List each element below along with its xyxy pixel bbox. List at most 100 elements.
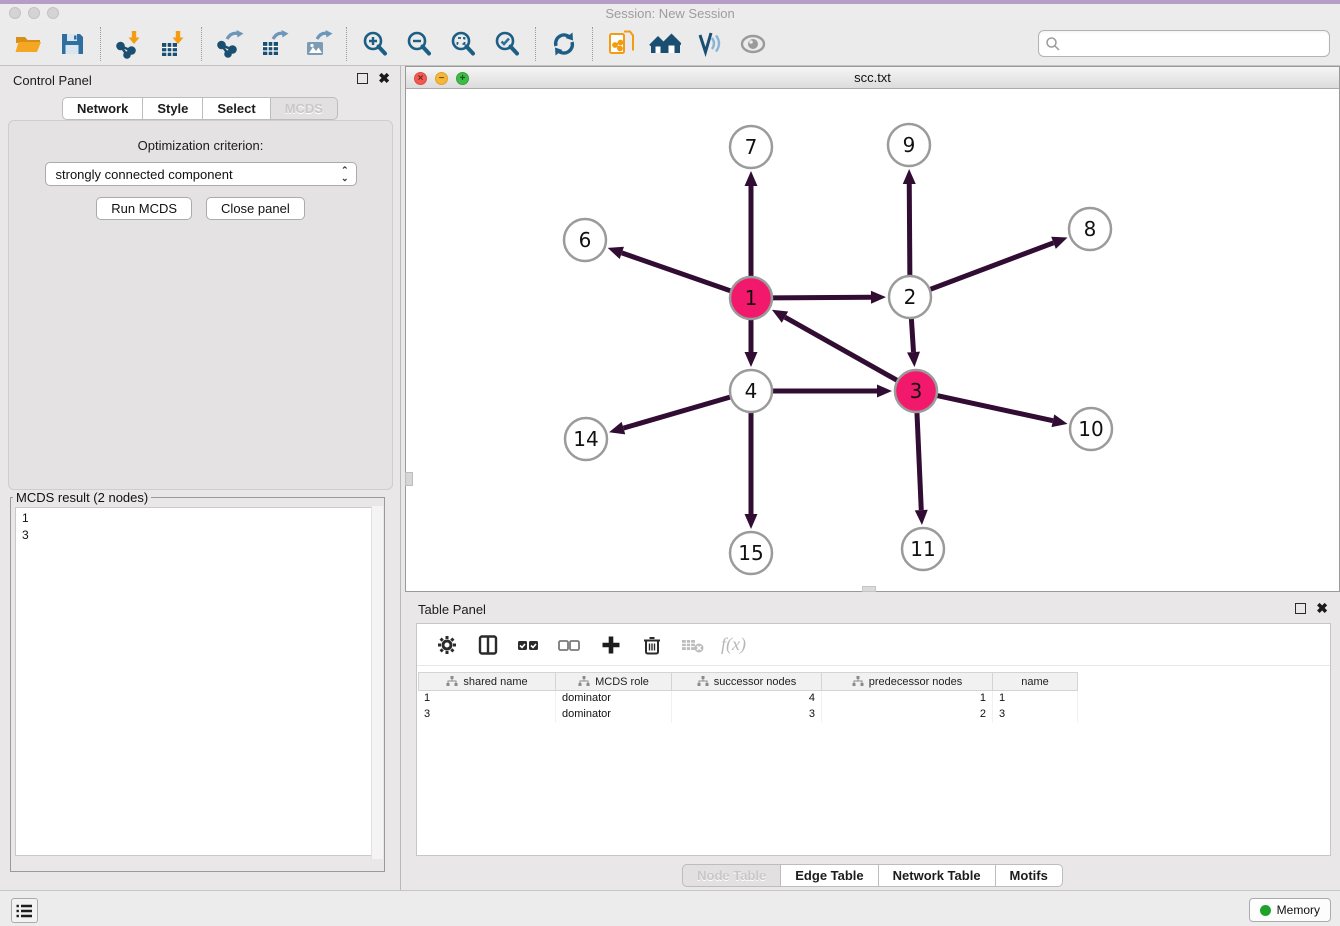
table-panel-title: Table Panel xyxy=(418,602,486,617)
zoom-selected-icon xyxy=(492,29,522,59)
table-cell[interactable]: 3 xyxy=(993,707,1078,723)
table-cell[interactable]: 1 xyxy=(993,691,1078,707)
memory-button[interactable]: Memory xyxy=(1249,898,1331,922)
arrowhead-icon xyxy=(745,171,758,186)
node-table-card: f(x) shared nameMCDS rolesuccessor nodes… xyxy=(416,623,1331,856)
tab-node-table[interactable]: Node Table xyxy=(682,864,781,887)
deselect-all-icon xyxy=(558,634,582,656)
graph-edge-3-10[interactable] xyxy=(937,395,1053,420)
export-table-button[interactable] xyxy=(256,26,292,62)
zoom-out-button[interactable] xyxy=(401,26,437,62)
search-field[interactable] xyxy=(1038,30,1330,57)
mcds-result-title: MCDS result (2 nodes) xyxy=(13,490,151,505)
graph-node-label: 9 xyxy=(903,133,916,157)
table-cell[interactable]: dominator xyxy=(556,707,672,723)
close-table-panel-icon[interactable]: ✖ xyxy=(1316,603,1328,614)
arrowhead-icon xyxy=(907,352,920,367)
table-cell[interactable]: 4 xyxy=(672,691,822,707)
open-file-button[interactable] xyxy=(10,26,46,62)
export-network-button[interactable] xyxy=(212,26,248,62)
import-table-button[interactable] xyxy=(155,26,191,62)
float-panel-icon[interactable] xyxy=(357,73,368,84)
table-cell[interactable]: 3 xyxy=(672,707,822,723)
graph-edge-3-11[interactable] xyxy=(917,412,921,510)
network-window-titlebar[interactable]: × − + scc.txt xyxy=(406,67,1339,89)
zoom-fit-button[interactable] xyxy=(445,26,481,62)
graph-node-label: 7 xyxy=(745,135,758,159)
vizmapper-button[interactable] xyxy=(691,26,727,62)
arrowhead-icon xyxy=(745,352,758,367)
optimization-criterion-label: Optimization criterion: xyxy=(9,138,392,153)
show-columns-button[interactable] xyxy=(475,632,501,658)
tab-network[interactable]: Network xyxy=(62,97,143,120)
select-all-button[interactable] xyxy=(516,632,542,658)
zoom-in-button[interactable] xyxy=(357,26,393,62)
task-list-icon xyxy=(16,903,34,919)
home-button[interactable] xyxy=(647,26,683,62)
graph-edge-2-8[interactable] xyxy=(930,243,1054,290)
graph-node-label: 6 xyxy=(579,228,592,252)
window-titlebar[interactable]: Session: New Session xyxy=(0,4,1340,22)
network-graph[interactable]: 7968124314101511 xyxy=(406,89,1339,591)
control-panel-title: Control Panel xyxy=(13,73,92,88)
run-mcds-button[interactable]: Run MCDS xyxy=(96,197,192,220)
task-history-button[interactable] xyxy=(11,898,38,923)
splitter-grip[interactable] xyxy=(405,472,413,486)
column-header-predecessor-nodes[interactable]: predecessor nodes xyxy=(822,672,993,691)
tab-edge-table[interactable]: Edge Table xyxy=(781,864,878,887)
result-scrollbar[interactable] xyxy=(371,506,383,859)
refresh-icon xyxy=(549,29,579,59)
tab-network-table[interactable]: Network Table xyxy=(879,864,996,887)
show-hide-button[interactable] xyxy=(735,26,771,62)
delete-table-button[interactable] xyxy=(680,632,706,658)
network-from-selection-button[interactable] xyxy=(603,26,639,62)
splitter-grip[interactable] xyxy=(862,586,876,592)
delete-column-button[interactable] xyxy=(639,632,665,658)
mcds-result-text[interactable]: 1 3 xyxy=(15,507,380,856)
graph-edge-2-3[interactable] xyxy=(911,318,913,352)
close-panel-button[interactable]: Close panel xyxy=(206,197,305,220)
export-image-button[interactable] xyxy=(300,26,336,62)
graph-edge-4-14[interactable] xyxy=(623,397,730,428)
zoom-selected-button[interactable] xyxy=(489,26,525,62)
tab-mcds[interactable]: MCDS xyxy=(271,97,338,120)
tab-style[interactable]: Style xyxy=(143,97,203,120)
table-cell[interactable]: dominator xyxy=(556,691,672,707)
arrowhead-icon xyxy=(877,385,892,398)
delete-table-icon xyxy=(680,634,706,656)
column-header-successor-nodes[interactable]: successor nodes xyxy=(672,672,822,691)
deselect-all-button[interactable] xyxy=(557,632,583,658)
column-header-name[interactable]: name xyxy=(993,672,1078,691)
search-input[interactable] xyxy=(1061,33,1329,55)
graph-edge-2-9[interactable] xyxy=(909,184,910,276)
table-cell[interactable]: 1 xyxy=(822,691,993,707)
status-bar: Memory xyxy=(0,890,1340,926)
search-icon xyxy=(1045,36,1061,52)
zoom-in-icon xyxy=(360,29,390,59)
import-table-icon xyxy=(158,29,188,59)
import-network-button[interactable] xyxy=(111,26,147,62)
save-session-button[interactable] xyxy=(54,26,90,62)
tab-select[interactable]: Select xyxy=(203,97,270,120)
table-cell[interactable]: 3 xyxy=(418,707,556,723)
table-row[interactable]: 3dominator323 xyxy=(418,707,1330,723)
graph-edge-1-6[interactable] xyxy=(622,253,731,291)
v-waves-icon xyxy=(694,29,724,59)
add-column-button[interactable] xyxy=(598,632,624,658)
network-canvas[interactable]: 7968124314101511 xyxy=(406,89,1339,591)
criterion-dropdown[interactable]: strongly connected component ⌃⌄ xyxy=(45,162,357,186)
table-cell[interactable]: 1 xyxy=(418,691,556,707)
columns-icon xyxy=(477,634,499,656)
graph-edge-1-2[interactable] xyxy=(772,297,871,298)
column-header-shared-name[interactable]: shared name xyxy=(418,672,556,691)
refresh-button[interactable] xyxy=(546,26,582,62)
close-panel-icon[interactable]: ✖ xyxy=(378,73,390,84)
table-row[interactable]: 1dominator411 xyxy=(418,691,1330,707)
table-settings-button[interactable] xyxy=(434,632,460,658)
tab-motifs[interactable]: Motifs xyxy=(996,864,1063,887)
graph-edge-3-1[interactable] xyxy=(785,317,898,381)
float-table-panel-icon[interactable] xyxy=(1295,603,1306,614)
column-header-MCDS-role[interactable]: MCDS role xyxy=(556,672,672,691)
table-cell[interactable]: 2 xyxy=(822,707,993,723)
function-builder-button[interactable]: f(x) xyxy=(721,632,746,658)
